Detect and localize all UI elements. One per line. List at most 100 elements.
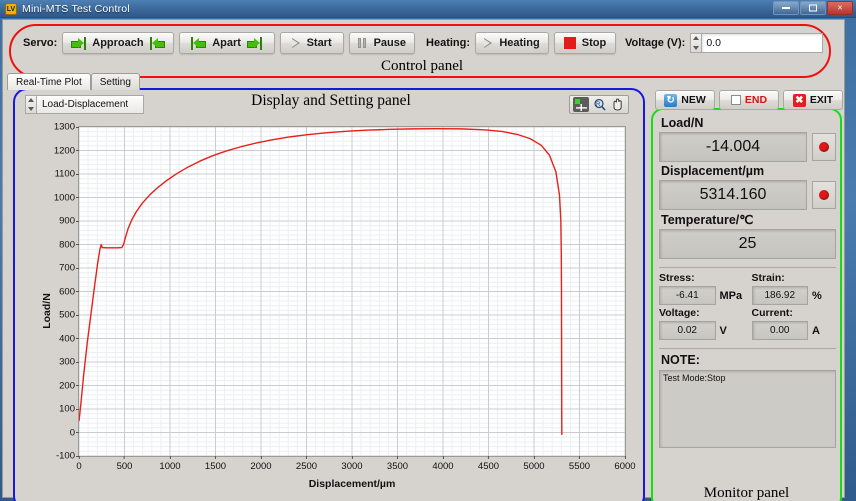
exit-button[interactable]: ✖ EXIT	[783, 90, 843, 110]
close-icon: ×	[837, 2, 843, 13]
heating-button-label: Heating	[499, 37, 540, 49]
apart-button[interactable]: Apart	[178, 32, 275, 54]
displacement-label: Displacement/µm	[661, 164, 765, 178]
tab-setting[interactable]: Setting	[90, 73, 140, 90]
application-window: LV Mini-MTS Test Control × Servo: Approa…	[0, 0, 856, 501]
tab-bar: Real-Time Plot Setting	[7, 73, 140, 90]
zoom-icon[interactable]: R	[591, 97, 607, 112]
arrow-right-bar-icon	[71, 36, 87, 50]
arrow-right-bar-icon	[246, 36, 262, 50]
plot-area: Load/N Displacement/µm -100 0 100 200 300 400…	[23, 120, 637, 501]
note-label: NOTE:	[661, 353, 700, 367]
stepper-down-icon	[693, 46, 700, 50]
x-tick-label: 5500	[569, 456, 590, 472]
new-button[interactable]: ↻ NEW	[655, 90, 715, 110]
end-label: END	[744, 94, 768, 106]
checkbox-icon	[730, 95, 741, 105]
y-tick-label: 300	[59, 357, 79, 368]
voltage-stepper[interactable]	[690, 33, 702, 53]
note-area[interactable]: Test Mode:Stop	[659, 370, 836, 448]
y-tick-label: 0	[70, 427, 79, 438]
svg-text:R: R	[596, 102, 601, 108]
x-tick-label: 0	[76, 456, 81, 472]
monitor-panel-caption: Monitor panel	[703, 485, 790, 501]
minimize-button[interactable]	[773, 1, 799, 15]
start-button[interactable]: Start	[279, 32, 344, 54]
y-tick-label: 1000	[54, 192, 79, 203]
play-triangle-icon	[484, 37, 493, 49]
window-controls: ×	[773, 1, 853, 15]
stop-button[interactable]: Stop	[554, 32, 617, 54]
x-tick-label: 5000	[523, 456, 544, 472]
x-axis-label: Displacement/µm	[308, 478, 396, 490]
monitor-divider	[659, 267, 836, 268]
stepper-up-icon	[693, 36, 700, 40]
pan-hand-icon[interactable]	[609, 97, 625, 112]
arrow-left-bar-icon	[191, 36, 207, 50]
approach-button[interactable]: Approach	[62, 32, 174, 54]
display-panel-header: Display and Setting panel Load-Displacem…	[15, 90, 643, 118]
plot-canvas[interactable]: -100 0 100 200 300 400 500 600 700 800 900 1000 1100…	[54, 122, 636, 473]
cursor-crosshair-icon[interactable]	[573, 97, 589, 112]
load-label: Load/N	[661, 116, 704, 130]
y-tick-label: 700	[59, 263, 79, 274]
stepper-up-icon	[28, 98, 34, 102]
current-readout-value: 0.00	[751, 321, 808, 340]
exit-label: EXIT	[809, 94, 834, 106]
y-tick-label: 200	[59, 380, 79, 391]
x-tick-label: 3000	[341, 456, 362, 472]
stress-row: -6.41 MPa	[659, 286, 744, 305]
y-tick-label: 1100	[55, 169, 79, 180]
temperature-row: 25	[659, 229, 836, 259]
status-led-icon	[819, 190, 829, 200]
heating-button[interactable]: Heating	[475, 32, 550, 54]
labview-icon: LV	[5, 2, 17, 15]
pause-bars-icon	[357, 38, 368, 48]
window-body: Servo: Approach Apart Start Pause Heatin…	[2, 19, 845, 501]
plot-selector[interactable]: Load-Displacement	[36, 95, 144, 114]
graph-palette: R	[569, 95, 629, 114]
displacement-value: 5314.160	[659, 180, 807, 210]
end-button[interactable]: END	[719, 90, 779, 110]
x-tick-label: 1000	[159, 456, 180, 472]
new-label: NEW	[681, 94, 706, 106]
strain-label: Strain:	[751, 272, 785, 284]
y-tick-label: 100	[59, 404, 79, 415]
strain-row: 186.92 %	[751, 286, 837, 305]
current-readout-unit: A	[812, 324, 820, 337]
strain-unit: %	[812, 289, 822, 302]
x-tick-label: 6000	[614, 456, 635, 472]
window-title: Mini-MTS Test Control	[22, 2, 130, 15]
monitor-panel-content: Load/N -14.004 Displacement/µm 5314.160 …	[659, 114, 836, 448]
voltage-readout-label: Voltage:	[659, 307, 700, 319]
load-row: -14.004	[659, 132, 836, 162]
plot-selector-stepper[interactable]	[25, 95, 36, 114]
status-led-icon	[819, 142, 829, 152]
tab-real-time-plot[interactable]: Real-Time Plot	[7, 73, 91, 90]
session-buttons: ↻ NEW END ✖ EXIT	[655, 90, 843, 110]
voltage-readout-unit: V	[719, 324, 727, 337]
heating-label: Heating:	[426, 37, 471, 49]
display-and-setting-panel: Display and Setting panel Load-Displacem…	[13, 88, 645, 501]
displacement-row: 5314.160	[659, 180, 836, 210]
refresh-icon: ↻	[664, 93, 678, 107]
control-panel: Servo: Approach Apart Start Pause Heatin…	[9, 24, 831, 78]
x-tick-label: 4000	[432, 456, 453, 472]
voltage-label: Voltage (V):	[625, 37, 686, 49]
close-button[interactable]: ×	[827, 1, 853, 15]
y-tick-label: 1300	[54, 122, 79, 133]
x-tick-label: 1500	[205, 456, 226, 472]
x-tick-label: 2500	[296, 456, 317, 472]
current-readout-label: Current:	[751, 307, 793, 319]
pause-label: Pause	[373, 37, 407, 49]
approach-label: Approach	[92, 37, 144, 49]
play-triangle-icon	[291, 37, 301, 49]
y-tick-label: 600	[59, 286, 79, 297]
y-axis-label: Load/N	[40, 293, 53, 329]
maximize-button[interactable]	[800, 1, 826, 15]
y-tick-label: 1200	[54, 145, 79, 156]
displacement-indicator	[812, 181, 836, 209]
close-x-icon: ✖	[792, 93, 806, 107]
pause-button[interactable]: Pause	[348, 32, 416, 54]
voltage-input[interactable]: 0.0	[701, 33, 824, 53]
